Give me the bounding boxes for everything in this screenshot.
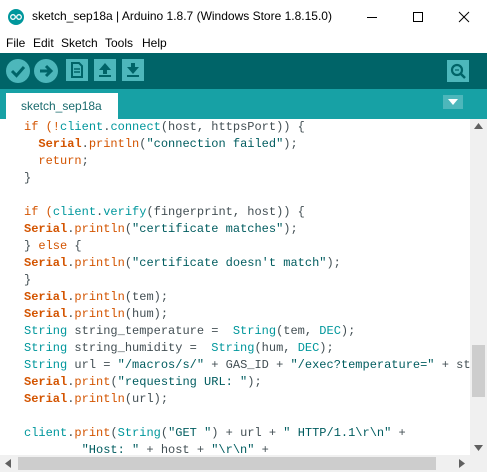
menu-file[interactable]: File (6, 36, 25, 50)
scrollbar-corner (470, 455, 487, 472)
upload-arrow-icon (40, 64, 54, 78)
menu-sketch[interactable]: Sketch (61, 36, 98, 50)
vertical-scroll-thumb[interactable] (472, 345, 485, 397)
new-button[interactable] (66, 59, 88, 81)
minimize-button[interactable] (349, 0, 395, 33)
code-line: if (!client.connect(host, httpsPort)) { (24, 120, 305, 134)
code-line: Serial.println("certificate matches"); (24, 222, 298, 236)
tab-strip: sketch_sep18a (0, 89, 487, 119)
horizontal-scroll-thumb[interactable] (18, 457, 436, 470)
code-line: return; (38, 154, 89, 168)
serial-monitor-button[interactable] (447, 60, 469, 82)
scroll-up-arrow-icon[interactable] (474, 123, 483, 129)
tab-label: sketch_sep18a (21, 99, 102, 113)
scroll-down-arrow-icon[interactable] (474, 445, 483, 451)
code-line: client.print(String("GET ") + url + " HT… (24, 426, 406, 440)
minimize-icon (367, 16, 377, 18)
menu-help[interactable]: Help (142, 36, 167, 50)
verify-button[interactable] (6, 59, 30, 83)
code-line: "Host: " + host + "\r\n" + (81, 443, 269, 455)
maximize-button[interactable] (395, 0, 441, 33)
scroll-left-arrow-icon[interactable] (5, 459, 11, 468)
code-line: Serial.print("requesting URL: "); (24, 375, 262, 389)
toolbar (0, 53, 487, 89)
menu-edit[interactable]: Edit (33, 36, 54, 50)
code-line: } (24, 171, 32, 185)
title-bar: sketch_sep18a | Arduino 1.8.7 (Windows S… (0, 0, 487, 33)
code-line: Serial.println("connection failed"); (38, 137, 298, 151)
code-editor[interactable]: if (!client.connect(host, httpsPort)) { … (0, 119, 470, 455)
chevron-down-icon (448, 99, 458, 105)
scroll-right-arrow-icon[interactable] (459, 459, 465, 468)
code-line: Serial.println(tem); (24, 290, 169, 304)
arduino-logo-icon (8, 9, 24, 25)
open-arrow-up-icon (99, 63, 111, 77)
verify-icon (10, 66, 26, 78)
tab-menu-button[interactable] (443, 95, 463, 109)
code-line: Serial.println(hum); (24, 307, 169, 321)
open-button[interactable] (94, 59, 116, 81)
code-line: } else { (24, 239, 82, 253)
menu-tools[interactable]: Tools (105, 36, 133, 50)
save-arrow-down-icon (127, 63, 139, 77)
magnifier-icon (450, 63, 466, 79)
code-line: String string_humidity = String(hum, DEC… (24, 341, 334, 355)
menu-bar: File Edit Sketch Tools Help (0, 33, 487, 53)
code-line: if (client.verify(fingerprint, host)) { (24, 205, 305, 219)
vertical-scrollbar[interactable] (470, 119, 487, 455)
code-line: String url = "/macros/s/" + GAS_ID + "/e… (24, 358, 470, 372)
tab-sketch[interactable]: sketch_sep18a (6, 93, 118, 119)
code-line: Serial.println("certificate doesn't matc… (24, 256, 341, 270)
close-icon (458, 11, 470, 22)
new-file-icon (71, 62, 83, 78)
upload-button[interactable] (34, 59, 58, 83)
code-line: String string_temperature = String(tem, … (24, 324, 356, 338)
code-line: Serial.println(url); (24, 392, 169, 406)
window-title: sketch_sep18a | Arduino 1.8.7 (Windows S… (32, 9, 332, 23)
close-button[interactable] (441, 0, 487, 33)
maximize-icon (413, 11, 423, 22)
code-line: } (24, 273, 32, 287)
save-button[interactable] (122, 59, 144, 81)
